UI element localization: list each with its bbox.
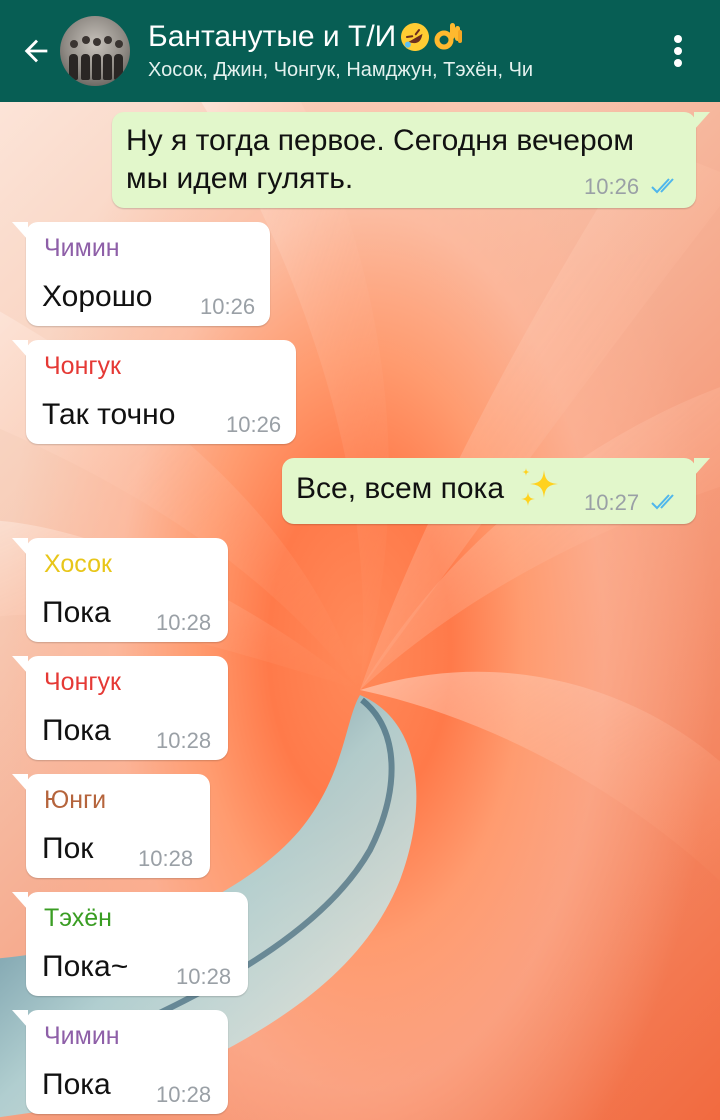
- message-time: 10:26: [200, 294, 256, 319]
- bubble-tail: [12, 538, 28, 556]
- rolling-on-floor-laughing-emoji: [401, 23, 430, 51]
- sender-name: Чонгук: [44, 668, 121, 696]
- ok-hand-emoji: [434, 23, 463, 50]
- message-text: Все, всем пока: [296, 472, 505, 505]
- sender-name: Хосок: [44, 550, 112, 578]
- message-outgoing[interactable]: Все, всем пока 10:27: [282, 458, 710, 524]
- arrow-left-icon: [24, 39, 48, 63]
- bubble-tail: [12, 774, 28, 792]
- sender-name: Чимин: [44, 234, 120, 262]
- message-time: 10:27: [584, 490, 640, 515]
- chat-info[interactable]: Бантанутые и Т/И Хосок, Джин, Чонгук, На…: [148, 18, 658, 84]
- message-incoming[interactable]: Чимин Хорошо 10:26: [12, 222, 270, 326]
- message-incoming[interactable]: Чонгук Так точно 10:26: [12, 340, 296, 444]
- chat-header: Бантанутые и Т/И Хосок, Джин, Чонгук, На…: [0, 0, 720, 102]
- chat-title-text: Бантанутые и Т/И: [148, 20, 397, 53]
- sender-name: Чонгук: [44, 352, 121, 380]
- bubble-tail: [12, 892, 28, 910]
- message-time: 10:26: [226, 412, 282, 437]
- sender-name: Юнги: [44, 786, 107, 814]
- message-text: Пока: [42, 596, 111, 629]
- message-time: 10:28: [156, 1082, 212, 1107]
- sparkles-emoji: [521, 468, 558, 506]
- message-text: Так точно: [42, 398, 176, 431]
- message-time: 10:28: [156, 728, 212, 753]
- message-incoming[interactable]: Чимин Пока 10:28: [12, 1010, 228, 1114]
- sender-name: Тэхён: [44, 904, 112, 932]
- message-outgoing[interactable]: Ну я тогда первое. Сегодня вечером мы ид…: [112, 112, 710, 208]
- bubble-tail: [12, 1010, 28, 1028]
- message-incoming[interactable]: Хосок Пока 10:28: [12, 538, 228, 642]
- message-time: 10:28: [138, 846, 194, 871]
- message-text: Ну я тогда первое. Сегодня вечером: [126, 124, 634, 157]
- message-text: Пок: [42, 832, 94, 865]
- message-incoming[interactable]: Тэхён Пока~ 10:28: [12, 892, 248, 996]
- message-text: мы идем гулять.: [126, 162, 354, 195]
- message-text: Хорошо: [42, 280, 153, 313]
- more-vert-icon: [674, 35, 682, 67]
- bubble-tail: [12, 222, 28, 240]
- chat-members: Хосок, Джин, Чонгук, Намджун, Тэхён, Чи: [148, 59, 534, 81]
- double-check-icon: [651, 494, 674, 510]
- message-incoming[interactable]: Юнги Пок 10:28: [12, 774, 210, 878]
- double-check-icon: [651, 178, 674, 194]
- message-time: 10:28: [176, 964, 232, 989]
- bubble-tail: [12, 656, 28, 674]
- message-text: Пока: [42, 1068, 111, 1101]
- bubble-tail: [694, 112, 710, 130]
- menu-button[interactable]: [658, 21, 698, 81]
- message-text: Пока~: [42, 950, 129, 983]
- message-incoming[interactable]: Чонгук Пока 10:28: [12, 656, 228, 760]
- message-time: 10:28: [156, 610, 212, 635]
- message-time: 10:26: [584, 174, 640, 199]
- group-avatar[interactable]: [60, 16, 130, 86]
- bubble-tail: [12, 340, 28, 358]
- back-button[interactable]: [10, 21, 62, 81]
- sender-name: Чимин: [44, 1022, 120, 1050]
- message-text: Пока: [42, 714, 111, 747]
- chat-title: Бантанутые и Т/И: [148, 18, 658, 56]
- bubble-tail: [694, 458, 710, 476]
